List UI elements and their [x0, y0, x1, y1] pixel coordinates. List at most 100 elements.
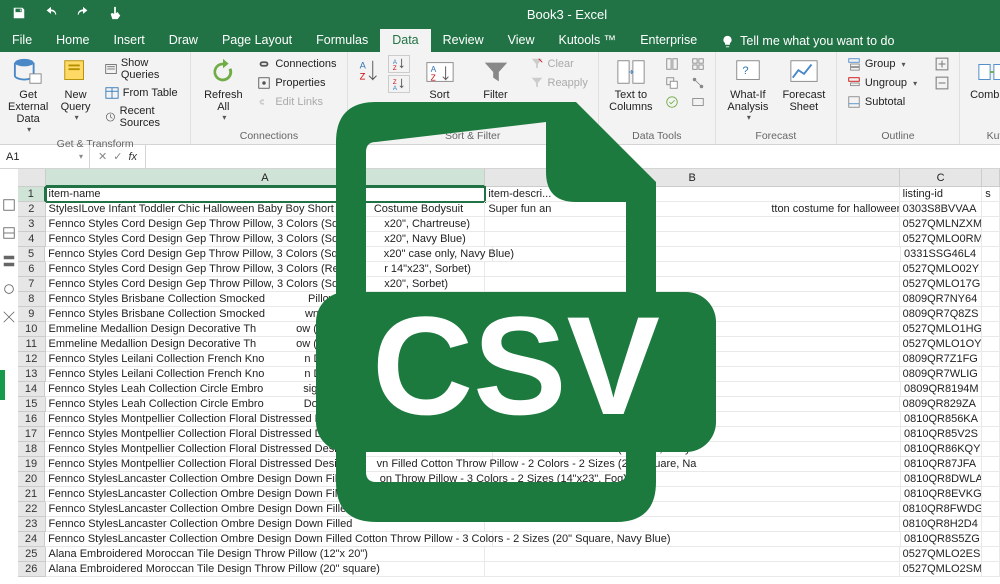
row-header[interactable]: 24	[18, 532, 45, 547]
cell[interactable]: Fennco Styles Brisbane Collection Smocke…	[46, 307, 486, 322]
cell[interactable]: 0527QMLNZXM	[900, 217, 983, 232]
properties-button[interactable]: Properties	[253, 74, 340, 92]
tab-view[interactable]: View	[496, 29, 547, 52]
side-icon-5[interactable]	[2, 310, 16, 324]
relationships-button[interactable]	[687, 74, 709, 92]
row-header[interactable]: 12	[18, 352, 46, 367]
tab-review[interactable]: Review	[431, 29, 496, 52]
side-icon-1[interactable]	[2, 198, 16, 212]
cell[interactable]	[982, 397, 1000, 412]
tab-kutools[interactable]: Kutools ™	[547, 29, 629, 52]
row-header[interactable]: 1	[18, 187, 46, 202]
row-header[interactable]: 18	[18, 442, 45, 457]
cell[interactable]: Fennco Styles Leilani Collection French …	[46, 352, 486, 367]
row-header[interactable]: 22	[18, 502, 46, 517]
new-query-button[interactable]: New Query	[54, 55, 96, 124]
data-validation-button[interactable]	[661, 93, 683, 111]
row-header[interactable]: 8	[18, 292, 46, 307]
filter-button[interactable]: Filter	[470, 55, 522, 103]
cell[interactable]: 0810QR8FWDG	[900, 502, 983, 517]
cell[interactable]: Fennco Styles Leah Collection Circle Emb…	[45, 382, 493, 397]
save-icon[interactable]	[12, 6, 26, 23]
cell[interactable]	[493, 457, 901, 472]
cell[interactable]	[982, 202, 1000, 217]
row-header[interactable]: 11	[18, 337, 46, 352]
row-header[interactable]: 25	[18, 547, 46, 562]
cell[interactable]: item-descri...	[485, 187, 899, 202]
row-header[interactable]: 3	[18, 217, 46, 232]
cell[interactable]	[493, 382, 901, 397]
cell[interactable]	[982, 442, 1000, 457]
cell[interactable]: 0331SSG46L4	[901, 247, 982, 262]
cell[interactable]	[982, 457, 1000, 472]
cell[interactable]	[485, 292, 899, 307]
tab-draw[interactable]: Draw	[157, 29, 210, 52]
row-header[interactable]: 7	[18, 277, 46, 292]
cell[interactable]: Fennco Styles Montpellier Collection Flo…	[45, 427, 493, 442]
row-header[interactable]: 17	[18, 427, 45, 442]
cell[interactable]	[485, 397, 899, 412]
cell[interactable]: listing-id	[900, 187, 983, 202]
cell[interactable]: Fennco Styles Cord Design Gep Throw Pill…	[46, 277, 486, 292]
cell[interactable]	[982, 562, 1000, 577]
cell[interactable]: Fennco StylesLancaster Collection Ombre …	[45, 472, 493, 487]
cell[interactable]	[493, 427, 901, 442]
cell[interactable]: Fennco Styles Cord Design Gep Throw Pill…	[45, 247, 493, 262]
cell[interactable]	[982, 532, 1000, 547]
cell[interactable]: 0810QR8S5ZG	[901, 532, 982, 547]
cell[interactable]	[982, 292, 1000, 307]
undo-icon[interactable]	[44, 6, 58, 23]
edit-links-button[interactable]: Edit Links	[253, 93, 340, 111]
group-button[interactable]: Group	[843, 55, 921, 73]
recent-sources-button[interactable]: Recent Sources	[101, 103, 185, 131]
cell[interactable]	[485, 262, 899, 277]
data-model-button[interactable]	[687, 93, 709, 111]
col-header-c[interactable]: C	[900, 169, 983, 187]
col-header-d[interactable]	[982, 169, 1000, 187]
side-icon-4[interactable]	[2, 282, 16, 296]
col-header-a[interactable]: A	[46, 169, 486, 187]
hide-detail-button[interactable]	[931, 74, 953, 92]
from-table-button[interactable]: From Table	[101, 84, 185, 102]
cell[interactable]: 0810QR8DWLA	[901, 472, 982, 487]
side-green-tab[interactable]	[0, 370, 5, 400]
cell[interactable]: 0527QMLO0RM	[900, 232, 983, 247]
cell[interactable]: Emmeline Medallion Design Decorative Tho…	[46, 337, 486, 352]
cell[interactable]: Fennco Styles Leilani Collection French …	[46, 367, 486, 382]
cell[interactable]: 0810QR87JFA	[901, 457, 982, 472]
cell[interactable]	[485, 517, 899, 532]
cell[interactable]: 0527QMLO1HG	[900, 322, 983, 337]
cell[interactable]: 0810QR8H2D4	[900, 517, 983, 532]
row-header[interactable]: 9	[18, 307, 46, 322]
cell[interactable]	[493, 412, 901, 427]
cell[interactable]: Fennco Styles Montpellier Collection Flo…	[45, 412, 493, 427]
tab-home[interactable]: Home	[44, 29, 101, 52]
cell[interactable]: StylesILove Infant Toddler Chic Hallowee…	[46, 202, 486, 217]
connections-button[interactable]: Connections	[253, 55, 340, 73]
cell[interactable]	[982, 352, 1000, 367]
row-header[interactable]: 2	[18, 202, 46, 217]
touch-mode-icon[interactable]	[108, 6, 122, 23]
cell[interactable]	[982, 487, 1000, 502]
cell[interactable]: s	[982, 187, 1000, 202]
sort-button[interactable]: AZ Sort	[414, 55, 466, 103]
cell[interactable]	[493, 487, 901, 502]
cell[interactable]: 0809QR7Q8ZS	[900, 307, 983, 322]
name-box[interactable]: A1	[0, 145, 90, 168]
cell[interactable]	[982, 337, 1000, 352]
cell[interactable]: 0810QR856KA	[901, 412, 982, 427]
cell[interactable]: 0809QR7WLIG	[900, 367, 983, 382]
cell[interactable]: 0810QR86KQY	[901, 442, 982, 457]
forecast-sheet-button[interactable]: Forecast Sheet	[778, 55, 830, 115]
cell[interactable]: 0810QR85V2S	[901, 427, 982, 442]
tab-data[interactable]: Data	[380, 29, 430, 52]
cell[interactable]: 0810QR8EVKG	[901, 487, 982, 502]
cell[interactable]	[485, 547, 899, 562]
row-header[interactable]: 14	[18, 382, 45, 397]
cell[interactable]	[982, 472, 1000, 487]
cell[interactable]	[485, 322, 899, 337]
cell[interactable]	[982, 517, 1000, 532]
side-icon-3[interactable]	[2, 254, 16, 268]
cell[interactable]	[493, 442, 901, 457]
sort-asc-button[interactable]: AZ	[388, 55, 410, 73]
